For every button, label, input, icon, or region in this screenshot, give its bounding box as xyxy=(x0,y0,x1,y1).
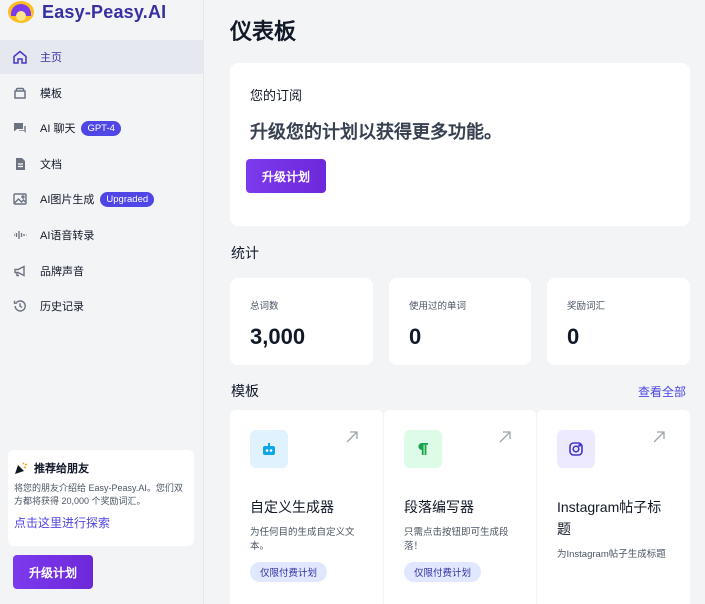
template-description: 为任何目的生成自定义文本。 xyxy=(250,527,355,552)
sidebar-item-label: AI图片生成 xyxy=(40,194,95,207)
sidebar-item-ai-image[interactable]: AI图片生成 Upgraded xyxy=(0,182,203,216)
paid-only-badge: 仅限付费计划 xyxy=(250,562,328,582)
subscription-card: 您的订阅 升级您的计划以获得更多功能。 升级计划 xyxy=(230,63,690,226)
sidebar-item-label: 模板 xyxy=(40,87,62,100)
template-title: Instagram帖子标题 xyxy=(557,499,662,537)
stat-card-total-words: 总词数 3,000 xyxy=(230,278,373,365)
referral-card: 推荐给朋友 将您的朋友介绍给 Easy-Peasy.AI。您们双方都将获得 20… xyxy=(8,450,194,546)
upgrade-plan-button[interactable]: 升级计划 xyxy=(246,159,326,193)
sidebar-item-label: AI 聊天 xyxy=(40,123,76,136)
home-icon xyxy=(12,49,28,65)
sidebar: Easy-Peasy.AI 主页 模板 AI 聊天 GPT-4 文档 AI图片生… xyxy=(0,0,204,604)
robot-icon xyxy=(250,430,288,468)
template-card-paragraph-writer[interactable]: 段落编写器 只需点击按钮即可生成段落！ 仅限付费计划 xyxy=(384,410,536,604)
sidebar-item-label: 品牌声音 xyxy=(40,265,84,278)
sidebar-item-templates[interactable]: 模板 xyxy=(0,76,203,110)
sidebar-item-label: AI语音转录 xyxy=(40,229,95,242)
sidebar-item-documents[interactable]: 文档 xyxy=(0,147,203,181)
arrow-up-right-icon xyxy=(343,428,363,448)
logo-icon xyxy=(8,1,34,23)
template-title: 段落编写器 xyxy=(404,499,474,515)
referral-explore-link[interactable]: 点击这里进行探索 xyxy=(14,514,188,531)
page-title: 仪表板 xyxy=(230,19,297,44)
stat-card-bonus-words: 奖励词汇 0 xyxy=(547,278,690,365)
sidebar-item-label: 文档 xyxy=(40,158,62,171)
sidebar-item-home[interactable]: 主页 xyxy=(0,40,203,74)
upgraded-badge: Upgraded xyxy=(100,191,155,207)
template-title: 自定义生成器 xyxy=(250,499,334,515)
paid-only-badge: 仅限付费计划 xyxy=(404,562,482,582)
document-icon xyxy=(12,156,28,172)
stat-label: 奖励词汇 xyxy=(567,301,606,312)
templates-icon xyxy=(12,85,28,101)
template-card-custom-generator[interactable]: 自定义生成器 为任何目的生成自定义文本。 仅限付费计划 xyxy=(230,410,383,604)
template-description: 只需点击按钮即可生成段落！ xyxy=(404,527,509,552)
template-card-instagram-caption[interactable]: Instagram帖子标题 为Instagram帖子生成标题 xyxy=(537,410,690,604)
sidebar-item-label: 历史记录 xyxy=(40,301,84,314)
sidebar-item-label: 主页 xyxy=(40,52,62,64)
sidebar-item-brand-voice[interactable]: 品牌声音 xyxy=(0,254,203,288)
history-icon xyxy=(12,298,28,314)
sidebar-item-ai-chat[interactable]: AI 聊天 GPT-4 xyxy=(0,111,203,145)
pilcrow-icon xyxy=(404,430,442,468)
referral-title: 推荐给朋友 xyxy=(14,460,188,476)
templates-heading: 模板 xyxy=(231,383,259,399)
instagram-icon xyxy=(557,430,595,468)
stat-card-words-used: 使用过的单词 0 xyxy=(389,278,531,365)
stats-heading: 统计 xyxy=(231,245,259,261)
app-name: Easy-Peasy.AI xyxy=(42,1,167,22)
chat-icon xyxy=(12,120,28,136)
sidebar-item-ai-transcription[interactable]: AI语音转录 xyxy=(0,218,203,252)
subscription-label: 您的订阅 xyxy=(250,88,303,103)
subscription-headline: 升级您的计划以获得更多功能。 xyxy=(250,122,502,142)
stat-label: 使用过的单词 xyxy=(409,301,467,312)
audio-wave-icon xyxy=(12,227,28,243)
gpt4-badge: GPT-4 xyxy=(81,120,121,136)
app-logo[interactable]: Easy-Peasy.AI xyxy=(8,0,166,24)
stat-value: 0 xyxy=(567,324,580,349)
megaphone-icon xyxy=(12,263,28,279)
arrow-up-right-icon xyxy=(496,428,516,448)
arrow-up-right-icon xyxy=(650,428,670,448)
image-icon xyxy=(12,191,28,207)
stat-value: 3,000 xyxy=(250,324,306,349)
template-description: 为Instagram帖子生成标题 xyxy=(557,549,666,560)
sidebar-upgrade-button[interactable]: 升级计划 xyxy=(13,555,93,589)
party-popper-icon xyxy=(14,461,28,475)
view-all-link[interactable]: 查看全部 xyxy=(638,383,686,400)
sidebar-nav: 主页 模板 AI 聊天 GPT-4 文档 AI图片生成 Upgraded AI语… xyxy=(0,40,203,325)
stat-value: 0 xyxy=(409,324,422,349)
stat-label: 总词数 xyxy=(250,301,279,312)
referral-description: 将您的朋友介绍给 Easy-Peasy.AI。您们双方都将获得 20,000 个… xyxy=(14,483,183,506)
sidebar-item-history[interactable]: 历史记录 xyxy=(0,289,203,323)
